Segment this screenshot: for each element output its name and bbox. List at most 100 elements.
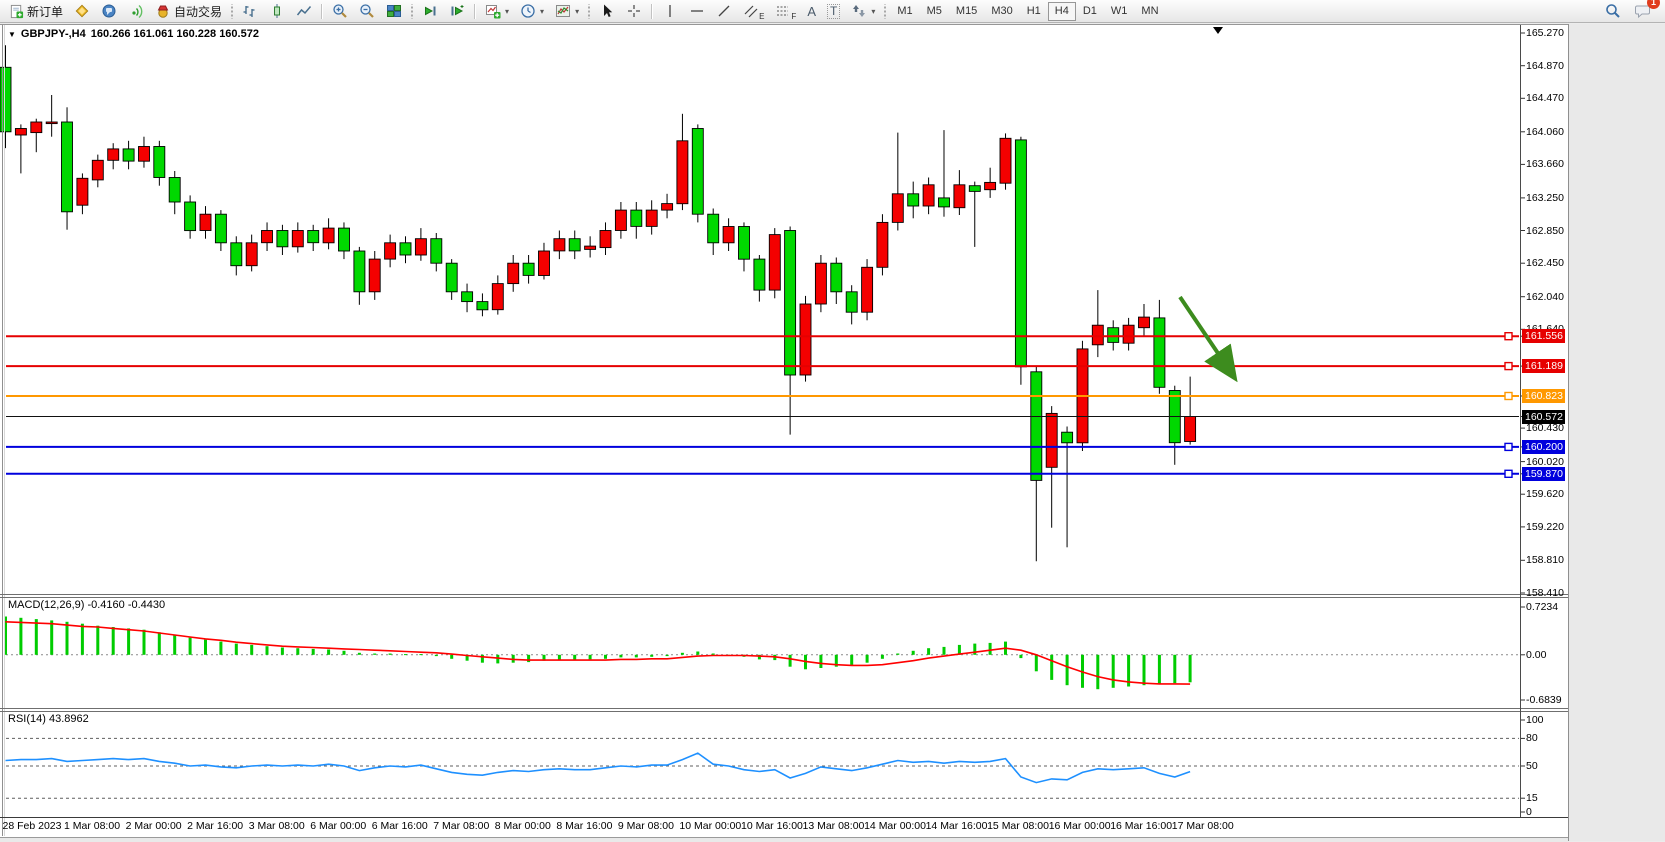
chart-symbol-header: ▼ GBPJPY-,H4 160.266 161.061 160.228 160… xyxy=(8,28,259,40)
metaeditor-diamond-icon xyxy=(74,3,90,19)
chart-window-left-border xyxy=(2,25,3,836)
time-axis-separator xyxy=(0,817,1568,818)
timeframe-button-H4[interactable]: H4 xyxy=(1048,2,1076,21)
timeframe-button-M5[interactable]: M5 xyxy=(920,2,949,21)
bar-chart-button[interactable] xyxy=(237,0,263,22)
price-tick-label: 159.620 xyxy=(1526,488,1564,500)
price-tick-label: 162.450 xyxy=(1526,257,1564,269)
time-axis-label: 8 Mar 00:00 xyxy=(495,820,551,832)
rsi-axis-label: 15 xyxy=(1526,792,1538,804)
notifications-button[interactable]: 1 xyxy=(1630,0,1657,22)
horizontal-line-icon xyxy=(689,3,705,19)
time-axis-label: 9 Mar 08:00 xyxy=(618,820,674,832)
timeframe-button-M1[interactable]: M1 xyxy=(890,2,919,21)
autotrading-icon xyxy=(155,3,171,19)
price-badge: 160.572 xyxy=(1522,410,1565,424)
time-axis-label: 10 Mar 00:00 xyxy=(679,820,741,832)
macd-axis-label: 0.7234 xyxy=(1526,601,1558,613)
timeframe-button-W1[interactable]: W1 xyxy=(1104,2,1135,21)
timeframe-button-D1[interactable]: D1 xyxy=(1076,2,1104,21)
time-axis-label: 10 Mar 16:00 xyxy=(741,820,803,832)
vertical-line-tool-button[interactable] xyxy=(657,0,683,22)
tile-windows-button[interactable] xyxy=(381,0,407,22)
price-tick-label: 160.430 xyxy=(1526,422,1564,434)
toolbar-drag-handle[interactable] xyxy=(230,4,234,19)
time-axis-label: 17 Mar 08:00 xyxy=(1172,820,1234,832)
main-macd-splitter[interactable] xyxy=(0,594,1568,595)
timeframe-group: M1M5M15M30H1H4D1W1MN xyxy=(890,2,1165,21)
line-chart-button[interactable] xyxy=(291,0,317,22)
trendline-tool-button[interactable] xyxy=(711,0,737,22)
price-tick-label: 164.870 xyxy=(1526,60,1564,72)
search-icon xyxy=(1605,3,1621,19)
cursor-tool-button[interactable] xyxy=(594,0,620,22)
time-axis-label: 14 Mar 00:00 xyxy=(864,820,926,832)
text-label-tool-button[interactable]: T xyxy=(822,0,845,22)
price-badge: 160.823 xyxy=(1522,389,1565,403)
zoom-out-button[interactable] xyxy=(354,0,380,22)
time-axis-label: 7 Mar 08:00 xyxy=(433,820,489,832)
chart-canvas[interactable] xyxy=(0,0,1665,841)
horizontal-line-tool-button[interactable] xyxy=(684,0,710,22)
arrows-tool-button[interactable]: ▾ xyxy=(846,0,880,22)
timeframe-button-M30[interactable]: M30 xyxy=(984,2,1019,21)
arrows-icon xyxy=(851,3,867,19)
toolbar-separator xyxy=(651,4,653,19)
price-tick-label: 165.270 xyxy=(1526,27,1564,39)
price-tick-label: 162.040 xyxy=(1526,291,1564,303)
community-button[interactable] xyxy=(96,0,122,22)
auto-scroll-icon xyxy=(422,3,438,19)
crosshair-tool-button[interactable] xyxy=(621,0,647,22)
cursor-icon xyxy=(599,3,615,19)
candlestick-chart-icon xyxy=(269,3,285,19)
zoom-in-button[interactable] xyxy=(327,0,353,22)
macd-rsi-splitter[interactable] xyxy=(0,708,1568,709)
indicators-icon xyxy=(485,3,501,19)
auto-scroll-button[interactable] xyxy=(417,0,443,22)
timeframe-button-H1[interactable]: H1 xyxy=(1020,2,1048,21)
notification-count-badge: 1 xyxy=(1647,0,1660,9)
time-axis-label: 6 Mar 16:00 xyxy=(372,820,428,832)
time-axis-label: 16 Mar 16:00 xyxy=(1110,820,1172,832)
chart-shift-button[interactable] xyxy=(444,0,470,22)
price-badge: 160.200 xyxy=(1522,440,1565,454)
price-axis-separator xyxy=(1520,25,1521,817)
fibo-letter: F xyxy=(791,12,796,21)
timeframe-button-M15[interactable]: M15 xyxy=(949,2,984,21)
candlestick-chart-button[interactable] xyxy=(264,0,290,22)
symbol-period-label: GBPJPY-,H4 xyxy=(21,28,86,40)
one-click-trading-toggle[interactable]: ▼ xyxy=(8,30,16,39)
time-axis-label: 14 Mar 16:00 xyxy=(926,820,988,832)
indicators-dropdown-caret: ▾ xyxy=(505,7,509,16)
templates-button[interactable]: ▾ xyxy=(550,0,584,22)
clock-icon xyxy=(520,3,536,19)
toolbar-drag-handle[interactable] xyxy=(883,4,887,19)
community-icon xyxy=(101,3,117,19)
crosshair-icon xyxy=(626,3,642,19)
price-tick-label: 158.410 xyxy=(1526,587,1564,599)
metaeditor-button[interactable] xyxy=(69,0,95,22)
fibonacci-tool-button[interactable]: F xyxy=(770,0,801,22)
text-tool-button[interactable]: A xyxy=(802,0,821,22)
search-button[interactable] xyxy=(1600,0,1626,22)
toolbar-drag-handle[interactable] xyxy=(410,4,414,19)
signals-button[interactable] xyxy=(123,0,149,22)
indicators-button[interactable]: ▾ xyxy=(480,0,514,22)
toolbar-separator xyxy=(321,4,323,19)
price-badge: 159.870 xyxy=(1522,467,1565,481)
price-tick-label: 158.810 xyxy=(1526,554,1564,566)
new-order-button[interactable]: 新订单 xyxy=(4,0,68,22)
time-axis-label: 2 Mar 16:00 xyxy=(187,820,243,832)
timeframe-button-MN[interactable]: MN xyxy=(1134,2,1165,21)
price-badge: 161.556 xyxy=(1522,329,1565,343)
toolbar-drag-handle[interactable] xyxy=(587,4,591,19)
templates-dropdown-caret: ▾ xyxy=(575,7,579,16)
periods-button[interactable]: ▾ xyxy=(515,0,549,22)
equidistant-channel-tool-button[interactable]: E xyxy=(738,0,769,22)
autotrading-button[interactable]: 自动交易 xyxy=(150,0,227,22)
zoom-out-icon xyxy=(359,3,375,19)
vertical-line-icon xyxy=(662,3,678,19)
zoom-in-icon xyxy=(332,3,348,19)
templates-icon xyxy=(555,3,571,19)
toolbar-separator xyxy=(474,4,476,19)
